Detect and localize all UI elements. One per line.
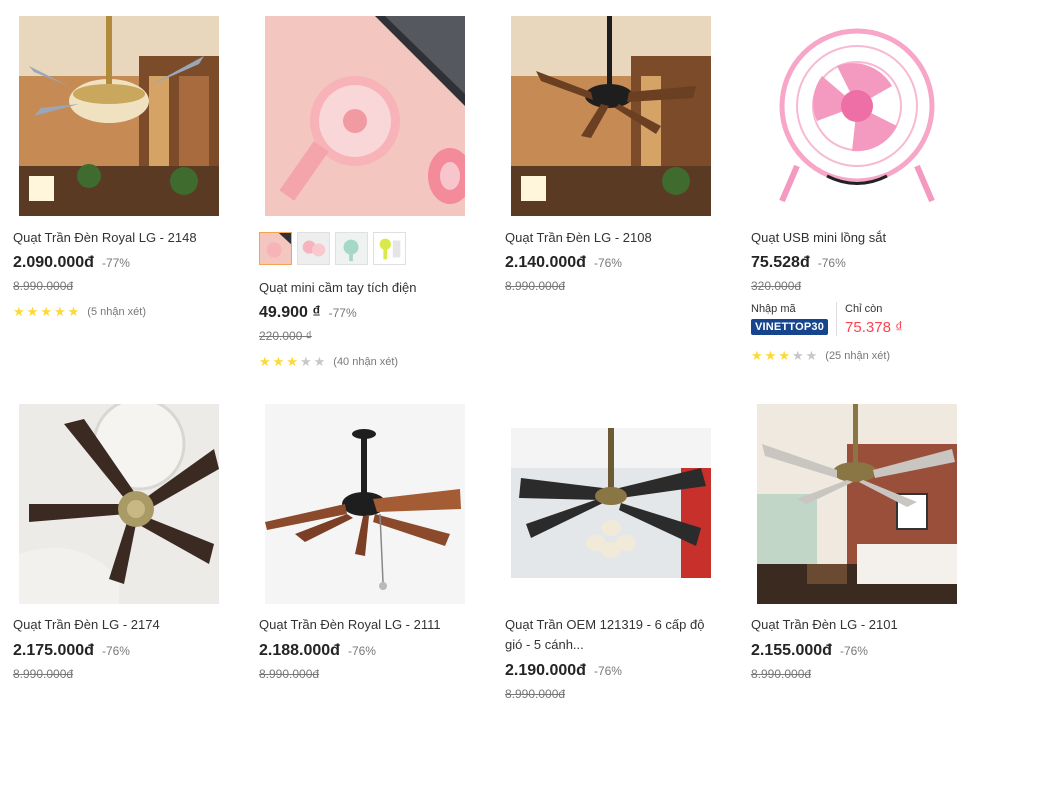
product-image[interactable] (757, 404, 957, 604)
discount-badge: -76% (817, 256, 846, 270)
product-name[interactable]: Quạt Trần Đèn Royal LG - 2111 (259, 615, 474, 635)
discount-badge: -77% (328, 306, 357, 320)
price-row: 2.190.000đ -76% (505, 662, 622, 680)
product-name[interactable]: Quạt Trần Đèn Royal LG - 2148 (13, 228, 228, 248)
original-price: 8.990.000đ (751, 667, 812, 681)
star-icon: ★ (313, 354, 326, 369)
coupon-final-price: 75.378 ₫ (845, 319, 903, 336)
review-count: (5 nhận xét) (87, 305, 146, 318)
variant-option[interactable] (259, 232, 292, 265)
star-icon: ★ (286, 354, 298, 369)
discount-badge: -76% (839, 644, 868, 658)
price-row: 49.900 ₫ -77% (259, 304, 357, 322)
discount-badge: -76% (593, 664, 622, 678)
coupon-code[interactable]: VINETTOP30 (751, 319, 829, 335)
price-row: 2.155.000đ -76% (751, 642, 868, 660)
coupon-label: Nhập mã (751, 303, 796, 315)
product-name[interactable]: Quạt Trần Đèn LG - 2101 (751, 615, 966, 635)
original-price: 8.990.000đ (505, 279, 566, 293)
star-icon: ★ (53, 304, 66, 319)
variant-option[interactable] (297, 232, 330, 265)
variant-option[interactable] (335, 232, 368, 265)
product-image[interactable] (757, 16, 957, 216)
product-name[interactable]: Quạt Trần Đèn LG - 2174 (13, 615, 228, 635)
price-row: 2.140.000đ -76% (505, 254, 622, 272)
original-price: 220.000 ₫ (259, 329, 312, 343)
product-card[interactable]: Quạt Trần Đèn LG - 2108 2.140.000đ -76% … (492, 0, 724, 380)
coupon-only-label: Chỉ còn (845, 303, 883, 315)
price-row: 2.175.000đ -76% (13, 642, 130, 660)
star-icon: ★ (299, 354, 312, 369)
price-row: 2.090.000đ -77% (13, 254, 130, 272)
star-icon: ★ (26, 304, 39, 319)
product-image[interactable] (19, 16, 219, 216)
product-image[interactable] (19, 404, 219, 604)
star-icon: ★ (778, 348, 790, 363)
star-icon: ★ (272, 354, 285, 369)
variant-selector (259, 232, 406, 265)
discount-badge: -77% (101, 256, 130, 270)
product-card[interactable]: Quạt USB mini lồng sắt 75.528đ -76% 320.… (738, 0, 970, 380)
price-row: 2.188.000đ -76% (259, 642, 376, 660)
star-icon: ★ (259, 354, 271, 369)
star-icon: ★ (67, 304, 80, 319)
product-card[interactable]: Quạt Trần OEM 121319 - 6 cấp độ gió - 5 … (492, 390, 724, 710)
original-price: 8.990.000đ (13, 279, 74, 293)
rating: ★ ★ ★ ★ ★ (25 nhận xét) (751, 349, 890, 362)
price-row: 75.528đ -76% (751, 254, 846, 272)
product-image[interactable] (265, 16, 465, 216)
star-icon: ★ (751, 348, 763, 363)
star-icon: ★ (791, 348, 804, 363)
rating: ★ ★ ★ ★ ★ (5 nhận xét) (13, 305, 146, 318)
discount-badge: -76% (593, 256, 622, 270)
rating: ★ ★ ★ ★ ★ (40 nhận xét) (259, 355, 398, 368)
star-icon: ★ (764, 348, 777, 363)
product-price: 2.140.000đ (505, 254, 586, 271)
variant-option[interactable] (373, 232, 406, 265)
product-card[interactable]: Quạt Trần Đèn LG - 2174 2.175.000đ -76% … (0, 390, 232, 710)
product-card[interactable]: Quạt mini cầm tay tích điện 49.900 ₫ -77… (246, 0, 478, 380)
product-image[interactable] (265, 404, 465, 604)
review-count: (40 nhận xét) (333, 355, 399, 368)
star-icon: ★ (13, 304, 25, 319)
product-image[interactable] (511, 16, 711, 216)
product-price: 2.155.000đ (751, 642, 832, 659)
product-price: 2.090.000đ (13, 254, 94, 271)
coupon-box[interactable]: Nhập mã VINETTOP30 Chỉ còn 75.378 ₫ (751, 302, 903, 336)
original-price: 8.990.000đ (259, 667, 320, 681)
coupon-code-section: Nhập mã VINETTOP30 (751, 302, 838, 336)
discount-badge: -76% (101, 644, 130, 658)
product-price: 49.900 ₫ (259, 304, 321, 321)
product-name[interactable]: Quạt USB mini lồng sắt (751, 228, 966, 248)
original-price: 8.990.000đ (13, 667, 74, 681)
original-price: 8.990.000đ (505, 687, 566, 701)
product-card[interactable]: Quạt Trần Đèn LG - 2101 2.155.000đ -76% … (738, 390, 970, 710)
coupon-price-section: Chỉ còn 75.378 ₫ (837, 302, 903, 336)
product-name[interactable]: Quạt Trần Đèn LG - 2108 (505, 228, 720, 248)
product-image[interactable] (511, 428, 711, 578)
star-icon: ★ (805, 348, 818, 363)
product-price: 75.528đ (751, 254, 810, 271)
product-card[interactable]: Quạt Trần Đèn Royal LG - 2148 2.090.000đ… (0, 0, 232, 380)
original-price: 320.000đ (751, 279, 802, 293)
product-name[interactable]: Quạt Trần OEM 121319 - 6 cấp độ gió - 5 … (505, 615, 720, 655)
product-name[interactable]: Quạt mini cầm tay tích điện (259, 278, 474, 298)
review-count: (25 nhận xét) (825, 349, 891, 362)
product-price: 2.175.000đ (13, 642, 94, 659)
discount-badge: -76% (347, 644, 376, 658)
product-price: 2.188.000đ (259, 642, 340, 659)
product-price: 2.190.000đ (505, 662, 586, 679)
star-icon: ★ (40, 304, 52, 319)
product-card[interactable]: Quạt Trần Đèn Royal LG - 2111 2.188.000đ… (246, 390, 478, 710)
